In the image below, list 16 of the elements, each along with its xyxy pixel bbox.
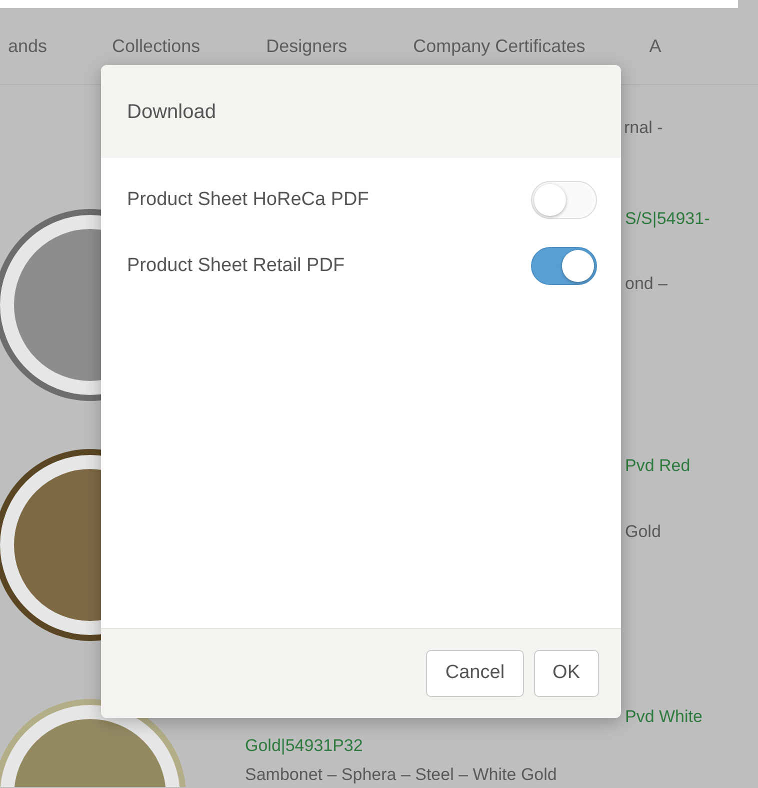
ok-button[interactable]: OK — [534, 650, 599, 697]
dialog-title: Download — [127, 100, 216, 124]
cancel-button[interactable]: Cancel — [426, 650, 524, 697]
product-details: Gold — [624, 521, 662, 543]
product-details: Sambonet – Sphera – Steel – White Gold — [244, 764, 558, 786]
product-details: rnal - — [623, 117, 664, 139]
nav-link[interactable]: Collections — [112, 32, 200, 60]
nav-link[interactable]: A — [649, 32, 662, 60]
option-label: Product Sheet HoReCa PDF — [127, 188, 369, 212]
nav-link[interactable]: Designers — [266, 32, 348, 60]
nav-link[interactable]: Company Certificates — [413, 32, 586, 60]
toggle-switch[interactable] — [531, 247, 597, 285]
nav-link[interactable]: ands — [8, 32, 48, 60]
option-label: Product Sheet Retail PDF — [127, 254, 345, 278]
product-link[interactable]: Gold|54931P32 — [110, 733, 710, 759]
product-details: ond – — [624, 273, 669, 295]
